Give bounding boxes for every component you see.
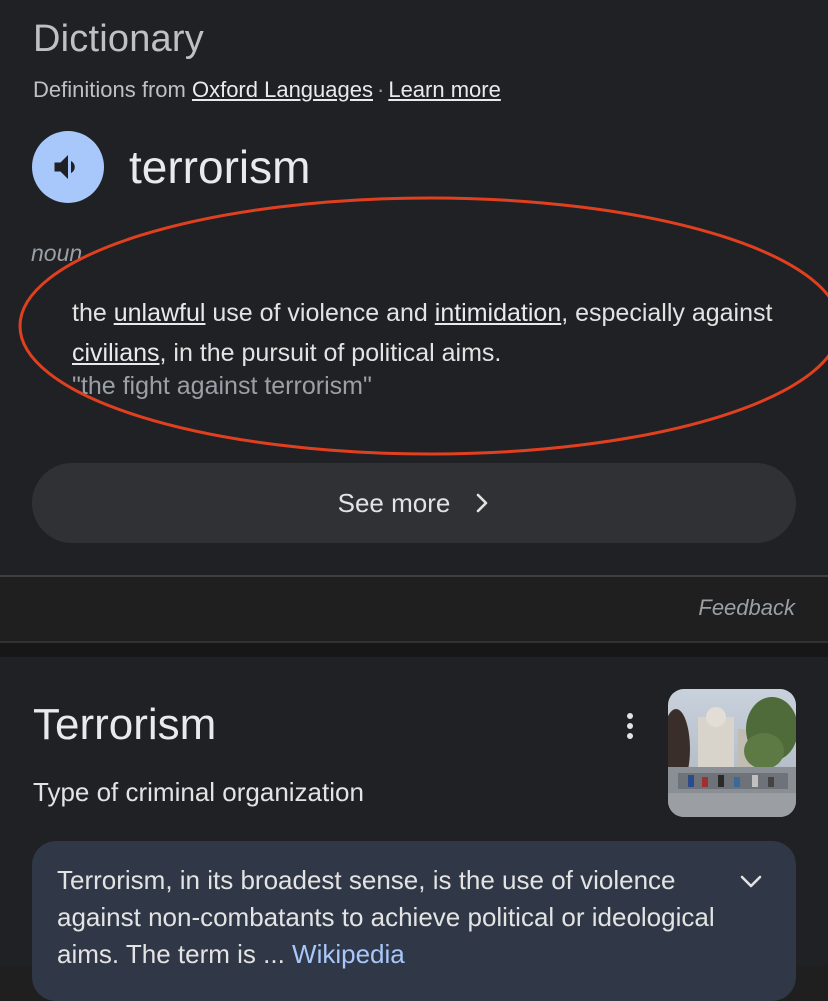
chevron-down-icon[interactable] <box>736 867 766 897</box>
oxford-languages-link[interactable]: Oxford Languages <box>192 77 373 102</box>
intimidation-link[interactable]: intimidation <box>435 299 561 327</box>
pronunciation-button[interactable] <box>32 131 104 203</box>
definition-text: the unlawful use of violence and intimid… <box>72 293 792 373</box>
def-text-4: , in the pursuit of political aims. <box>159 339 502 367</box>
feedback-link[interactable]: Feedback <box>698 595 795 621</box>
def-text-2: use of violence and <box>205 299 435 327</box>
ellipsis: ... <box>263 939 285 969</box>
separator: · <box>377 77 385 102</box>
more-vert-icon[interactable] <box>616 708 644 744</box>
def-text-1: the <box>72 299 114 327</box>
see-more-label: See more <box>337 487 451 518</box>
knowledge-panel-title: Terrorism <box>33 700 217 749</box>
source-prefix: Definitions from <box>33 77 186 102</box>
headword: terrorism <box>129 141 311 193</box>
chevron-right-icon <box>474 492 490 514</box>
dictionary-title: Dictionary <box>33 18 204 60</box>
volume-icon <box>54 155 75 179</box>
def-text-3: , especially against <box>561 299 773 327</box>
dictionary-source: Definitions from Oxford Languages · Learn … <box>33 77 501 103</box>
example-sentence: "the fight against terrorism" <box>72 372 372 400</box>
part-of-speech: noun <box>31 240 83 266</box>
civilians-link[interactable]: civilians <box>72 339 160 367</box>
learn-more-link[interactable]: Learn more <box>388 77 501 102</box>
wikipedia-link[interactable]: Wikipedia <box>292 939 405 969</box>
section-gap <box>0 643 828 657</box>
knowledge-panel-subtitle: Type of criminal organization <box>33 777 364 807</box>
entity-thumbnail[interactable] <box>668 689 796 817</box>
description-text: Terrorism, in its broadest sense, is the… <box>57 862 737 973</box>
unlawful-link[interactable]: unlawful <box>114 299 206 327</box>
see-more-button[interactable]: See more <box>32 463 796 543</box>
